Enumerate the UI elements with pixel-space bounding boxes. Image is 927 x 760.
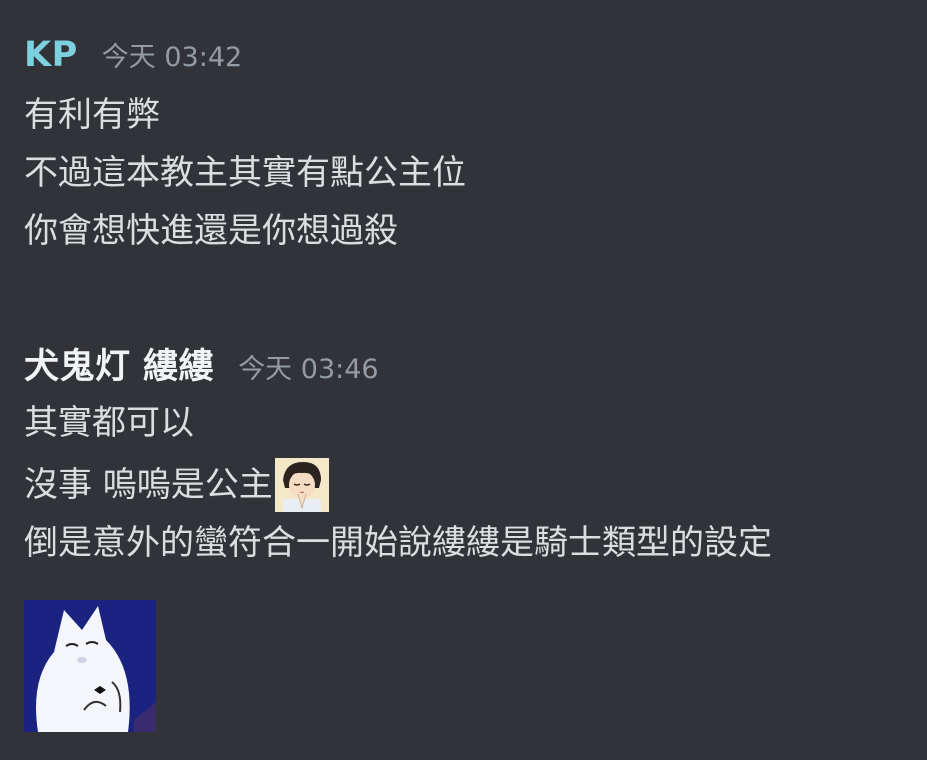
message-text: 倒是意外的蠻符合一開始說縷縷是騎士類型的設定: [24, 523, 772, 563]
username[interactable]: 犬鬼灯 縷縷: [24, 342, 214, 392]
message-header: 犬鬼灯 縷縷 今天 03:46: [24, 342, 907, 392]
message-group-kp: KP 今天 03:42 有利有弊 不過這本教主其實有點公主位 你會想快進還是你想…: [24, 30, 907, 254]
message-line: 你會想快進還是你想過殺: [24, 208, 907, 254]
message-line: 倒是意外的蠻符合一開始說縷縷是騎士類型的設定: [24, 520, 907, 566]
praying-anime-boy-emoji[interactable]: [274, 458, 329, 512]
message-line: 沒事 嗚嗚是公主: [24, 458, 907, 512]
username[interactable]: KP: [24, 30, 78, 80]
message-line: 有利有弊: [24, 92, 907, 138]
message-group-user2: 犬鬼灯 縷縷 今天 03:46 其實都可以 沒事 嗚嗚是公主 倒是意外的蠻符合一…: [24, 342, 907, 566]
message-text: 有利有弊: [24, 95, 160, 135]
message-header: KP 今天 03:42: [24, 30, 907, 80]
message-text: 不過這本教主其實有點公主位: [24, 153, 466, 193]
message-text: 你會想快進還是你想過殺: [24, 211, 398, 251]
timestamp[interactable]: 今天 03:46: [238, 345, 378, 395]
timestamp[interactable]: 今天 03:42: [102, 33, 242, 83]
message-line: 其實都可以: [24, 400, 907, 446]
white-creature-sticker[interactable]: [24, 600, 156, 732]
message-text: 沒事 嗚嗚是公主: [24, 465, 273, 505]
message-text: 其實都可以: [24, 403, 194, 443]
message-line: 不過這本教主其實有點公主位: [24, 150, 907, 196]
